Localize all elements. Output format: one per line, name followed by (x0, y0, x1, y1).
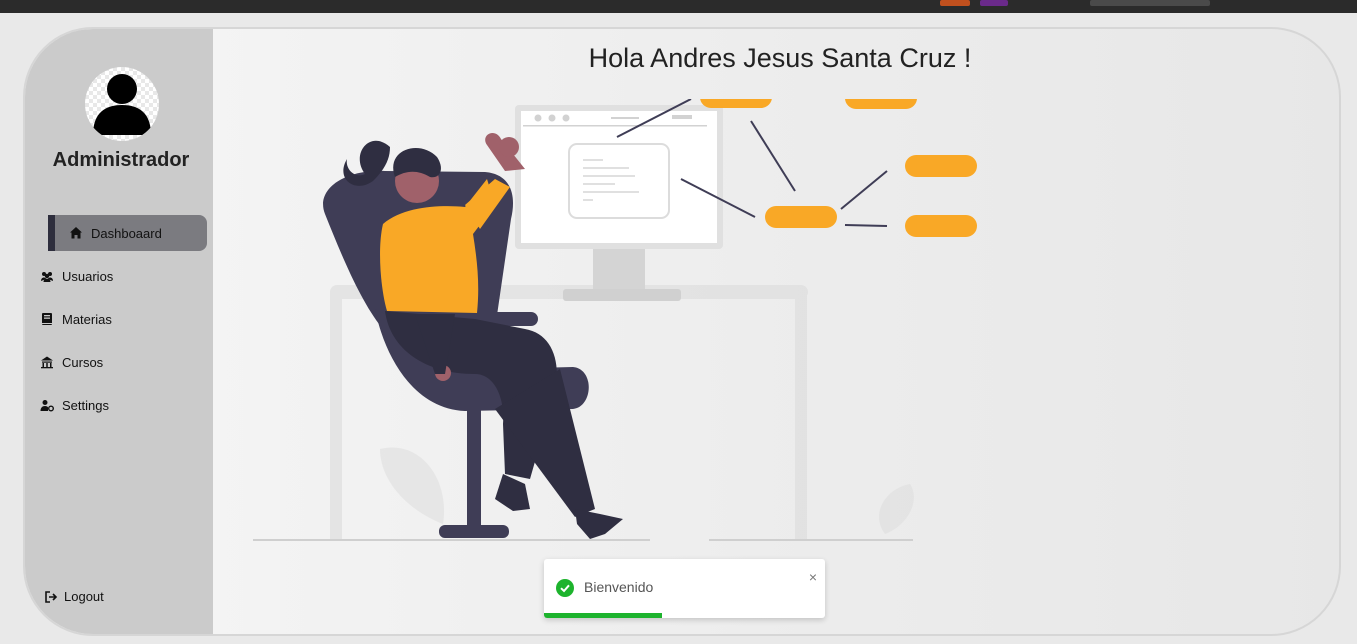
sidebar-item-label: Dashboaard (91, 225, 162, 241)
users-icon (41, 272, 53, 282)
toast-progress-bar (544, 613, 663, 618)
browser-toolbar (0, 0, 1357, 13)
sidebar-item-cursos[interactable]: Cursos (40, 344, 103, 380)
toast-message: Bienvenido (584, 579, 654, 595)
sidebar-item-label: Usuarios (62, 268, 114, 284)
book-icon (42, 313, 52, 325)
user-silhouette-icon (93, 74, 151, 135)
sidebar-item-label: Materias (62, 311, 112, 327)
user-role-title: Administrador (52, 149, 190, 171)
dashboard-illustration (253, 99, 977, 541)
page-title: Hola Andres Jesus Santa Cruz ! (588, 43, 972, 73)
user-gear-icon (40, 400, 54, 412)
sidebar-item-label: Settings (62, 397, 109, 413)
sidebar-item-usuarios[interactable]: Usuarios (40, 258, 113, 294)
logout-label: Logout (64, 589, 104, 604)
sidebar-item-dashboard[interactable]: Dashboaard (48, 215, 207, 251)
app-window: Administrador Dashboaard Usuarios Materi… (23, 27, 1341, 636)
browser-extension-icon[interactable] (940, 0, 970, 6)
home-icon (70, 227, 82, 239)
browser-tab-strip[interactable] (1090, 0, 1210, 6)
avatar (85, 67, 159, 141)
sidebar-item-settings[interactable]: Settings (40, 387, 109, 423)
school-icon (41, 356, 53, 369)
logout-button[interactable]: Logout (44, 589, 104, 604)
sign-out-icon (45, 590, 58, 603)
browser-extension-icon[interactable] (980, 0, 1008, 6)
welcome-toast: Bienvenido × (544, 559, 825, 618)
toast-close-button[interactable]: × (809, 569, 817, 585)
sidebar: Administrador Dashboaard Usuarios Materi… (25, 29, 213, 634)
check-circle-icon (556, 579, 574, 597)
sidebar-item-materias[interactable]: Materias (40, 301, 112, 337)
sidebar-item-label: Cursos (62, 354, 104, 370)
